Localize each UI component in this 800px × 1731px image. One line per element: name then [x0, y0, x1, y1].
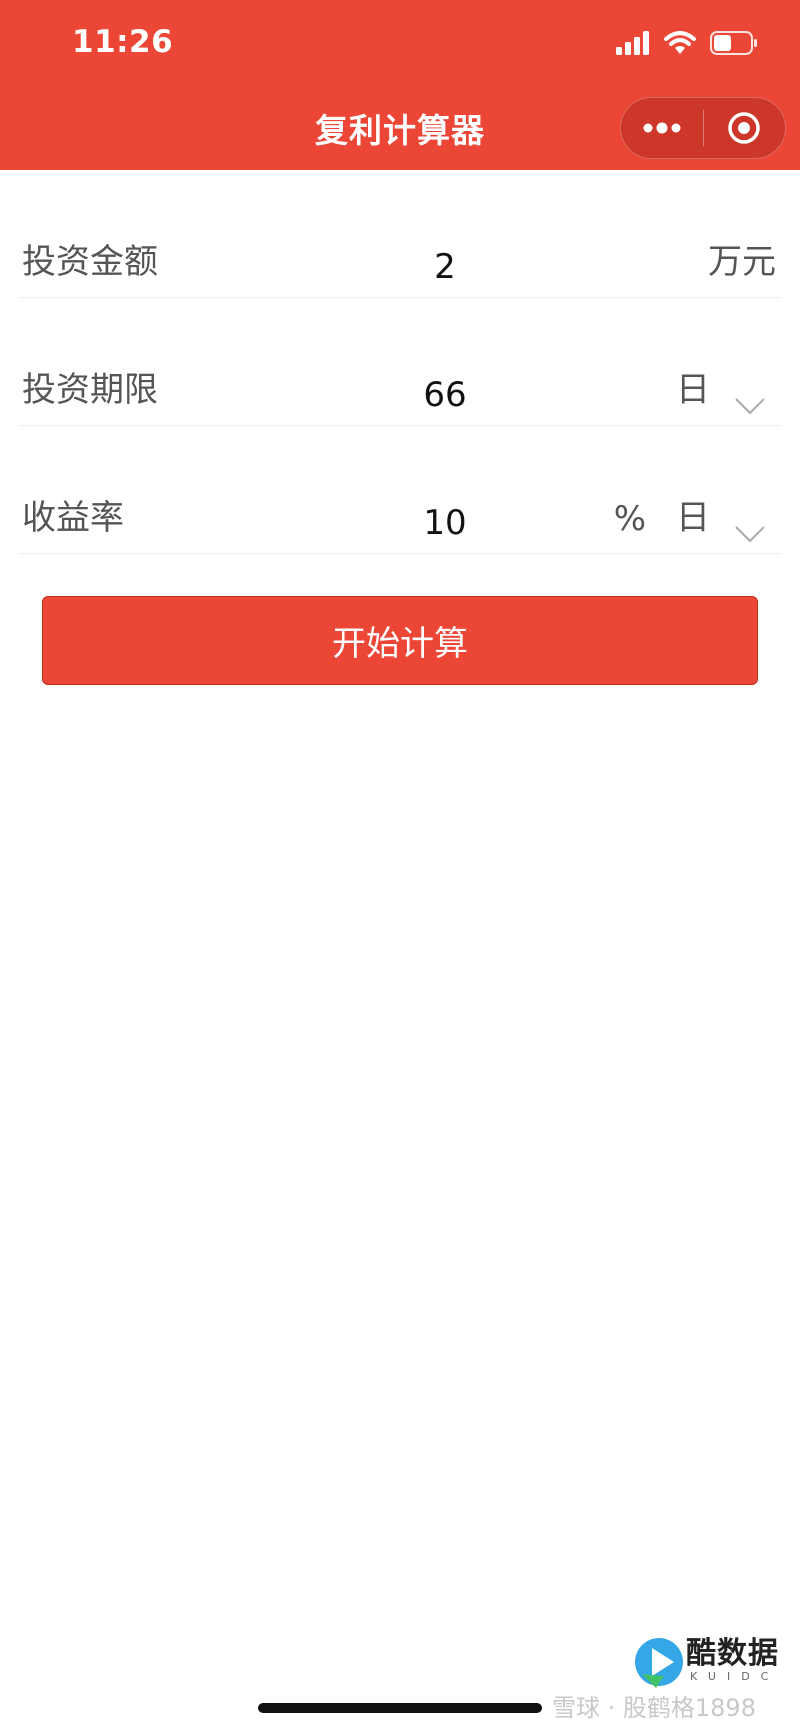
- status-time: 11:26: [72, 24, 174, 60]
- rate-row: 收益率 % 日: [20, 436, 780, 554]
- chevron-down-icon[interactable]: [734, 395, 766, 417]
- app-screen: 11:26 复利计算器 投资金额 2 万元 投资期限 66 日 收益率 10 %…: [0, 0, 800, 1731]
- amount-row: 投资金额 万元: [20, 180, 780, 298]
- battery-icon: [710, 31, 757, 55]
- watermark-label: 雪球 · 股鹤格1898: [552, 1693, 756, 1722]
- header-bar: 11:26 复利计算器: [0, 0, 800, 170]
- status-icons: [616, 28, 758, 58]
- start-calculate-button[interactable]: 开始计算: [42, 596, 758, 685]
- more-button[interactable]: [621, 97, 703, 159]
- period-label: 投资期限: [22, 370, 158, 410]
- period-unit-select[interactable]: 日: [676, 362, 710, 411]
- logo-text: 酷数据: [686, 1636, 779, 1671]
- target-circle-icon: [728, 112, 760, 144]
- rate-input[interactable]: [320, 499, 570, 547]
- watermark-text: 雪球 · 股鹤格1898: [552, 1682, 792, 1728]
- more-dots-icon: [643, 122, 681, 134]
- amount-unit: 万元: [708, 242, 776, 282]
- mini-program-capsule: [620, 97, 786, 159]
- chevron-down-icon[interactable]: [734, 523, 766, 545]
- home-indicator: [258, 1703, 542, 1713]
- amount-input[interactable]: [320, 243, 570, 291]
- wifi-icon: [664, 31, 696, 54]
- amount-label: 投资金额: [22, 242, 158, 282]
- percent-sign: %: [613, 499, 646, 539]
- rate-label: 收益率: [22, 498, 124, 538]
- close-button[interactable]: [704, 97, 786, 159]
- period-row: 投资期限 日: [20, 308, 780, 426]
- signal-icon: [616, 31, 649, 55]
- rate-unit-select[interactable]: 日: [676, 490, 710, 539]
- period-input[interactable]: [320, 371, 570, 419]
